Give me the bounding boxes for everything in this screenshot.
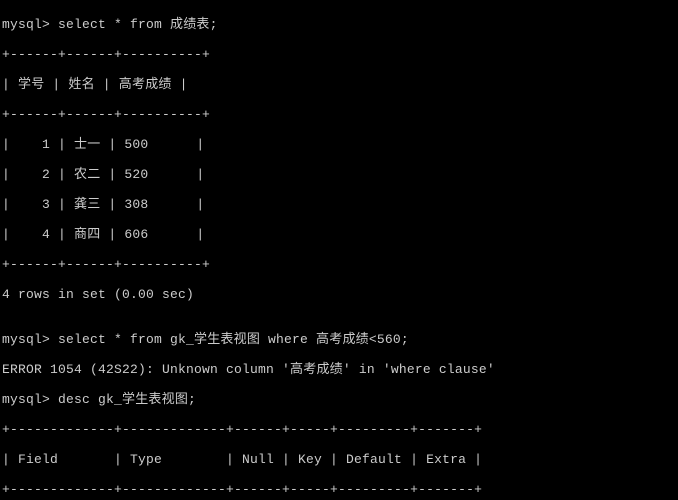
result-summary: 4 rows in set (0.00 sec)	[2, 287, 678, 302]
table-header: | Field | Type | Null | Key | Default | …	[2, 452, 678, 467]
table-border: +------+------+----------+	[2, 107, 678, 122]
prompt-line: mysql> select * from gk_学生表视图 where 高考成绩…	[2, 332, 678, 347]
table-border: +------+------+----------+	[2, 257, 678, 272]
prompt-line: mysql> desc gk_学生表视图;	[2, 392, 678, 407]
error-line: ERROR 1054 (42S22): Unknown column '高考成绩…	[2, 362, 678, 377]
mysql-terminal[interactable]: mysql> select * from 成绩表; +------+------…	[0, 0, 678, 500]
table-border: +-------------+-------------+------+----…	[2, 482, 678, 497]
prompt-line: mysql> select * from 成绩表;	[2, 17, 678, 32]
table-row: | 3 | 龚三 | 308 |	[2, 197, 678, 212]
table-border: +-------------+-------------+------+----…	[2, 422, 678, 437]
table-header: | 学号 | 姓名 | 高考成绩 |	[2, 77, 678, 92]
table-border: +------+------+----------+	[2, 47, 678, 62]
table-row: | 1 | 士一 | 500 |	[2, 137, 678, 152]
table-row: | 4 | 商四 | 606 |	[2, 227, 678, 242]
table-row: | 2 | 农二 | 520 |	[2, 167, 678, 182]
